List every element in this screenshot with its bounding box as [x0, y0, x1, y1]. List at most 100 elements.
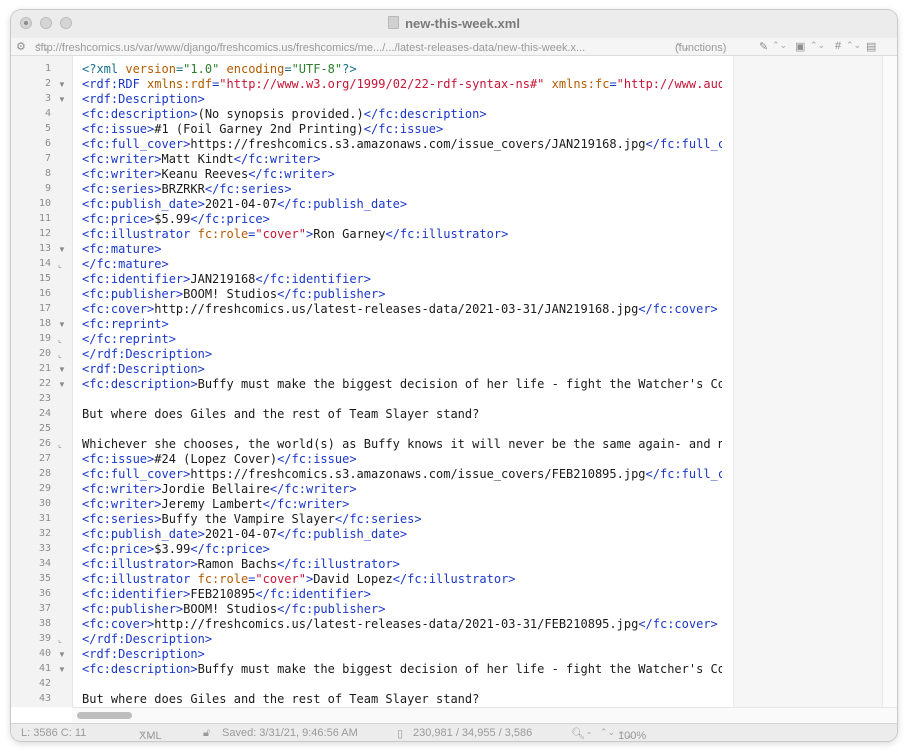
line-number: 2	[44, 78, 51, 89]
file-path-text: sftp://freshcomics.us/var/www/django/fre…	[35, 42, 586, 54]
search-value[interactable]: -	[587, 727, 591, 739]
fold-end-icon[interactable]: ⌞	[58, 440, 62, 449]
fold-triangle-icon[interactable]: ▼	[58, 650, 66, 659]
code-line[interactable]: <fc:writer>Jeremy Lambert</fc:writer>	[82, 497, 349, 512]
lock-icon[interactable]: 🔓︎	[203, 727, 210, 740]
cursor-position[interactable]: L: 3586 C: 11	[21, 727, 86, 739]
clipboard-icon[interactable]: ▣	[795, 40, 805, 53]
xml-tag: <fc:cover>	[82, 302, 155, 316]
code-line[interactable]: <fc:writer>Matt Kindt</fc:writer>	[82, 152, 320, 167]
window-title: new-this-week.xml	[11, 16, 897, 31]
fold-triangle-icon[interactable]: ▼	[58, 665, 66, 674]
fold-triangle-icon[interactable]: ▼	[58, 365, 66, 374]
line-number: 14	[38, 258, 51, 269]
code-line[interactable]: <fc:issue>#1 (Foil Garney 2nd Printing)<…	[82, 122, 443, 137]
code-line[interactable]: <fc:publish_date>2021-04-07</fc:publish_…	[82, 527, 407, 542]
code-line[interactable]: <rdf:Description>	[82, 362, 205, 377]
code-line[interactable]: <fc:price>$5.99</fc:price>	[82, 212, 270, 227]
xml-tag: </fc:writer>	[269, 482, 357, 496]
page-guide	[733, 56, 897, 707]
pen-icon[interactable]: ✎	[759, 40, 768, 53]
code-line[interactable]: <fc:publisher>BOOM! Studios</fc:publishe…	[82, 602, 385, 617]
line-number: 3	[44, 93, 51, 104]
fold-triangle-icon[interactable]: ▼	[58, 80, 66, 89]
code-line[interactable]: <fc:series>BRZRKR</fc:series>	[82, 182, 292, 197]
xml-tag: </fc:publish_date>	[277, 527, 408, 541]
code-line[interactable]: But where does Giles and the rest of Tea…	[82, 407, 479, 422]
fold-triangle-icon[interactable]: ▼	[58, 245, 66, 254]
code-line[interactable]: <fc:cover>http://freshcomics.us/latest-r…	[82, 617, 718, 632]
xml-tag: <fc:writer>	[82, 167, 162, 181]
code-line[interactable]: <fc:identifier>FEB210895</fc:identifier>	[82, 587, 371, 602]
fold-triangle-icon[interactable]: ▼	[58, 95, 66, 104]
window-title-text: new-this-week.xml	[405, 16, 520, 31]
code-line[interactable]: <fc:reprint>	[82, 317, 169, 332]
xml-tag	[544, 77, 551, 91]
fold-end-icon[interactable]: ⌞	[58, 350, 62, 359]
code-line[interactable]: <fc:illustrator fc:role="cover">David Lo…	[82, 572, 516, 587]
line-number: 26	[38, 438, 51, 449]
code-line[interactable]: <fc:full_cover>https://freshcomics.s3.am…	[82, 137, 722, 152]
xml-tag: </rdf:Description>	[82, 347, 213, 361]
xml-tag: </fc:cover>	[638, 617, 718, 631]
vertical-scrollbar[interactable]	[882, 56, 897, 707]
code-line[interactable]: <fc:cover>http://freshcomics.us/latest-r…	[82, 302, 718, 317]
magnifier-icon[interactable]: 🔍︎	[571, 727, 585, 740]
code-area[interactable]: <?xml version="1.0" encoding="UTF-8"?> <r…	[82, 56, 722, 707]
code-line[interactable]: <rdf:Description>	[82, 647, 205, 662]
chevron-updown-icon: ⌃⌄	[618, 730, 634, 740]
text-content: Buffy the Vampire Slayer	[161, 512, 335, 526]
code-line[interactable]: <fc:illustrator>Ramon Bachs</fc:illustra…	[82, 557, 400, 572]
code-line[interactable]: <fc:full_cover>https://freshcomics.s3.am…	[82, 467, 722, 482]
xml-attribute: version	[125, 62, 176, 76]
code-line[interactable]: <?xml version="1.0" encoding="UTF-8"?>	[82, 62, 357, 77]
gear-icon[interactable]: ⚙	[16, 40, 26, 53]
horizontal-scrollbar[interactable]	[72, 707, 897, 723]
code-line[interactable]: </rdf:Description>	[82, 632, 212, 647]
hash-button[interactable]: #	[835, 40, 841, 52]
code-line[interactable]: <fc:publisher>BOOM! Studios</fc:publishe…	[82, 287, 385, 302]
code-line[interactable]: <fc:writer>Jordie Bellaire</fc:writer>	[82, 482, 357, 497]
code-line[interactable]: <fc:description>(No synopsis provided.)<…	[82, 107, 487, 122]
code-line[interactable]: <fc:price>$3.99</fc:price>	[82, 542, 270, 557]
code-line[interactable]: <rdf:Description>	[82, 92, 205, 107]
fold-end-icon[interactable]: ⌞	[58, 635, 62, 644]
code-line[interactable]: </rdf:Description>	[82, 347, 212, 362]
code-line[interactable]: <fc:mature>	[82, 242, 161, 257]
code-line[interactable]: <rdf:RDF xmlns:rdf = "http://www.w3.org/19…	[82, 77, 722, 92]
text-editor[interactable]: 1 2 ▼ 3 ▼ 4 5 6 7 8 9 10 11 12 13 ▼ 14 ⌞ 15 16 17 18 ▼ 19 ⌞ 20 ⌞ 21…	[11, 56, 897, 707]
code-line[interactable]: <fc:publish_date>2021-04-07</fc:publish_…	[82, 197, 407, 212]
code-line[interactable]: <fc:writer>Keanu Reeves</fc:writer>	[82, 167, 335, 182]
xml-tag: <rdf:Description>	[82, 92, 205, 106]
code-line[interactable]: <fc:description>Buffy must make the bigg…	[82, 377, 722, 392]
code-line[interactable]: </fc:reprint>	[82, 332, 176, 347]
text-content: Jeremy Lambert	[161, 497, 263, 511]
code-line[interactable]: <fc:identifier>JAN219168</fc:identifier>	[82, 272, 371, 287]
xml-tag: </fc:identifier>	[255, 587, 371, 601]
document-icon[interactable]: ▤	[866, 40, 876, 53]
code-line[interactable]: <fc:illustrator fc:role="cover">Ron Garn…	[82, 227, 508, 242]
code-line[interactable]: <fc:description>Buffy must make the bigg…	[82, 662, 722, 677]
fold-end-icon[interactable]: ⌞	[58, 260, 62, 269]
line-number: 13	[38, 243, 51, 254]
xml-tag: </fc:illustrator>	[392, 572, 516, 586]
xml-tag: </fc:issue>	[277, 452, 357, 466]
code-line[interactable]: Whichever she chooses, the world(s) as B…	[82, 437, 722, 452]
xml-attribute: fc:role	[197, 227, 249, 241]
code-line[interactable]: <fc:series>Buffy the Vampire Slayer</fc:…	[82, 512, 422, 527]
navigation-bar: ⚙ sftp://freshcomics.us/var/www/django/f…	[11, 38, 897, 56]
line-number: 27	[38, 453, 51, 464]
xml-tag: <fc:full_cover>	[82, 467, 191, 481]
horizontal-scroll-thumb[interactable]	[77, 712, 132, 719]
line-number: 41	[38, 663, 51, 674]
fold-triangle-icon[interactable]: ▼	[58, 380, 66, 389]
xml-tag: </fc:identifier>	[255, 272, 371, 286]
text-content: Ron Garney	[313, 227, 386, 241]
line-number: 35	[38, 573, 51, 584]
fold-end-icon[interactable]: ⌞	[58, 335, 62, 344]
code-line[interactable]: But where does Giles and the rest of Tea…	[82, 692, 479, 707]
text-content: Whichever she chooses, the world(s) as B…	[82, 437, 722, 451]
code-line[interactable]: </fc:mature>	[82, 257, 169, 272]
fold-triangle-icon[interactable]: ▼	[58, 320, 66, 329]
code-line[interactable]: <fc:issue>#24 (Lopez Cover)</fc:issue>	[82, 452, 357, 467]
